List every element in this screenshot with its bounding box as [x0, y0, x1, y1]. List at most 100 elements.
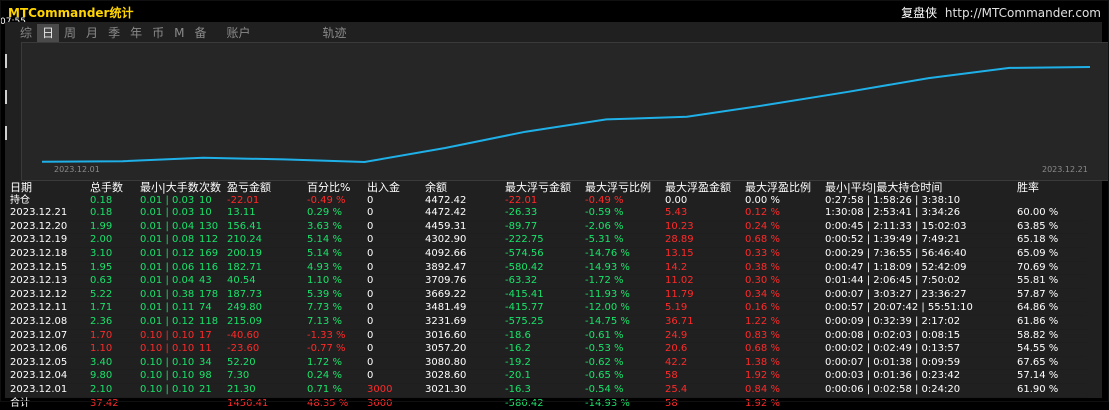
- tab-5[interactable]: 年: [125, 24, 147, 42]
- cell-minmax: 0.01 | 0.12: [140, 315, 199, 330]
- header-win-rate[interactable]: 胜率: [1017, 181, 1087, 195]
- table-row[interactable]: 2023.12.18 3.10 0.01 | 0.12 169 200.19 5.14 %…: [10, 247, 1087, 262]
- cell-count: 74: [199, 301, 227, 316]
- cell-date: 2023.12.05: [10, 356, 90, 371]
- app-window: MTCommander统计 07:55 复盘侠 http://MTCommand…: [0, 0, 1109, 410]
- tab-4[interactable]: 季: [103, 24, 125, 42]
- cell-total: 0.18: [90, 194, 113, 206]
- cell-maxlossp: -14.93 %: [585, 261, 665, 276]
- header-max-float-profit-pct[interactable]: 最大浮盈比例: [745, 181, 825, 195]
- cell-date: 2023.12.19: [10, 233, 90, 248]
- table-row[interactable]: 2023.12.20 1.99 0.01 | 0.04 130 156.41 3.63 %…: [10, 220, 1087, 235]
- table-position-row[interactable]: 持仓 0.18 0.01 | 0.03 10 -22.01 -0.49 % 0 4472.42…: [10, 195, 1087, 208]
- cell-maxwin: 11.79: [665, 288, 745, 303]
- cell-io: 0: [367, 261, 425, 276]
- brand-url-link[interactable]: http://MTCommander.com: [945, 6, 1101, 20]
- table-row[interactable]: 2023.12.04 9.80 0.10 | 0.10 98 7.30 0.24 % 0 30…: [10, 369, 1087, 384]
- cell-io: 0: [367, 207, 425, 221]
- tab-1[interactable]: 日: [37, 24, 60, 42]
- table-row[interactable]: 2023.12.05 3.40 0.10 | 0.10 34 52.20 1.72 % 0 3…: [10, 356, 1087, 371]
- cell-maxwinp: 0.83 %: [745, 329, 825, 344]
- header-count[interactable]: 次数: [199, 181, 227, 195]
- header-max-float-loss[interactable]: 最大浮亏金额: [505, 181, 585, 195]
- cell-pct: 48.35 %: [307, 396, 367, 410]
- equity-line: [41, 66, 1091, 164]
- tab-7[interactable]: M: [169, 24, 189, 42]
- cell-maxlossp: -0.59 %: [585, 207, 665, 221]
- cell-maxwinp: 1.92 %: [745, 396, 825, 410]
- cell-pl: -22.01: [227, 194, 260, 206]
- tab-2[interactable]: 周: [59, 24, 81, 42]
- cell-count: 130: [199, 220, 227, 235]
- cell-pct: -1.33 %: [307, 329, 367, 344]
- header-balance[interactable]: 余额: [425, 181, 505, 195]
- cell-pct: 0.71 %: [307, 383, 367, 398]
- cell-minmax: 0.10 | 0.10: [140, 383, 199, 398]
- table-row[interactable]: 2023.12.21 0.18 0.01 | 0.03 10 13.11 0.29 % 0 4…: [10, 207, 1087, 221]
- cell-rate: 55.81 %: [1017, 274, 1087, 289]
- cell-pct: 3.63 %: [307, 220, 367, 235]
- tab-9[interactable]: 账户: [221, 24, 255, 42]
- cell-rate: 64.86 %: [1017, 301, 1087, 316]
- cell-balance: 3231.69: [425, 315, 505, 330]
- cell-balance: 3892.47: [425, 261, 505, 276]
- cell-maxwinp: 0.84 %: [745, 383, 825, 398]
- header-date[interactable]: 日期: [10, 181, 90, 195]
- tab-10[interactable]: 轨迹: [318, 24, 352, 42]
- cell-time: 0:00:08 | 0:02:03 | 0:08:15: [825, 329, 1017, 344]
- cell-balance: [425, 396, 505, 410]
- cell-count: 34: [199, 356, 227, 371]
- cell-io: 3000: [367, 396, 425, 410]
- scroll-mark: [5, 54, 7, 68]
- cell-maxwin: 11.02: [665, 274, 745, 289]
- table-row[interactable]: 2023.12.06 1.10 0.10 | 0.10 11 -23.60 -0.77 %…: [10, 342, 1087, 357]
- tab-3[interactable]: 月: [81, 24, 103, 42]
- header-holding-time[interactable]: 最小|平均|最大持仓时间: [825, 181, 1017, 195]
- table-row[interactable]: 2023.12.08 2.36 0.01 | 0.12 118 215.09 7.13 %…: [10, 315, 1087, 330]
- cell-balance: 4472.42: [425, 207, 505, 221]
- header-percent[interactable]: 百分比%: [307, 181, 367, 195]
- cell-maxwin: 14.2: [665, 261, 745, 276]
- cell-maxwinp: 1.92 %: [745, 369, 825, 384]
- header-min-max-lots[interactable]: 最小|大手数: [140, 181, 199, 195]
- cell-pl: 182.71: [227, 261, 307, 276]
- tab-0[interactable]: 综: [15, 24, 37, 42]
- table-row[interactable]: 2023.12.15 1.95 0.01 | 0.06 116 182.71 4.93 %…: [10, 261, 1087, 276]
- stats-panel: 综日周月季年币 M 备账户 轨迹 2023.12.01 2023.12.21 日期 总…: [5, 22, 1109, 410]
- cell-maxwin: 24.9: [665, 329, 745, 344]
- cell-minmax: 0.01 | 0.38: [140, 288, 199, 303]
- cell-io: 0: [367, 288, 425, 303]
- cell-maxwin: 25.4: [665, 383, 745, 398]
- header-total-lots[interactable]: 总手数: [90, 181, 140, 195]
- tab-6[interactable]: 币: [147, 24, 169, 42]
- header-max-float-profit[interactable]: 最大浮盈金额: [665, 181, 745, 195]
- table-row[interactable]: 2023.12.11 1.71 0.01 | 0.11 74 249.80 7.73 % 0…: [10, 301, 1087, 316]
- cell-io: 0: [367, 274, 425, 289]
- table-row[interactable]: 2023.12.07 1.70 0.10 | 0.10 17 -40.60 -1.33 %…: [10, 329, 1087, 344]
- header-max-float-loss-pct[interactable]: 最大浮亏比例: [585, 181, 665, 195]
- tab-8[interactable]: 备: [189, 24, 211, 42]
- table-row[interactable]: 2023.12.01 2.10 0.10 | 0.10 21 21.30 0.71 % 30…: [10, 383, 1087, 398]
- cell-maxloss: -415.41: [505, 288, 585, 303]
- cell-total: 5.22: [90, 288, 140, 303]
- cell-date: 2023.12.07: [10, 329, 90, 344]
- table-row[interactable]: 2023.12.19 2.00 0.01 | 0.08 112 210.24 5.14 %…: [10, 233, 1087, 248]
- cell-pct: 5.14 %: [307, 233, 367, 248]
- cell-maxlossp: -1.72 %: [585, 274, 665, 289]
- cell-minmax: 0.10 | 0.10: [140, 356, 199, 371]
- table-row[interactable]: 2023.12.13 0.63 0.01 | 0.04 43 40.54 1.10 % 0 3…: [10, 274, 1087, 289]
- cell-pl: 52.20: [227, 356, 307, 371]
- brand-name[interactable]: 复盘侠: [901, 6, 937, 20]
- cell-maxwinp: 0.24 %: [745, 220, 825, 235]
- table-summary-row[interactable]: 合计 37.42 1450.41 48.35 % 3000 -580.42 -14.93 %…: [10, 396, 1087, 410]
- cell-maxloss: -415.77: [505, 301, 585, 316]
- header-profit-loss[interactable]: 盈亏金额: [227, 181, 307, 195]
- cell-count: 10: [199, 207, 227, 221]
- table-row[interactable]: 2023.12.12 5.22 0.01 | 0.38 178 187.73 5.39 %…: [10, 288, 1087, 303]
- cell-minmax: [140, 396, 199, 410]
- header-deposit-withdraw[interactable]: 出入金: [367, 181, 425, 195]
- cell-time: 0:00:06 | 0:02:58 | 0:24:20: [825, 383, 1017, 398]
- cell-maxlossp: -0.62 %: [585, 356, 665, 371]
- cell-pl: 156.41: [227, 220, 307, 235]
- cell-total: 0.63: [90, 274, 140, 289]
